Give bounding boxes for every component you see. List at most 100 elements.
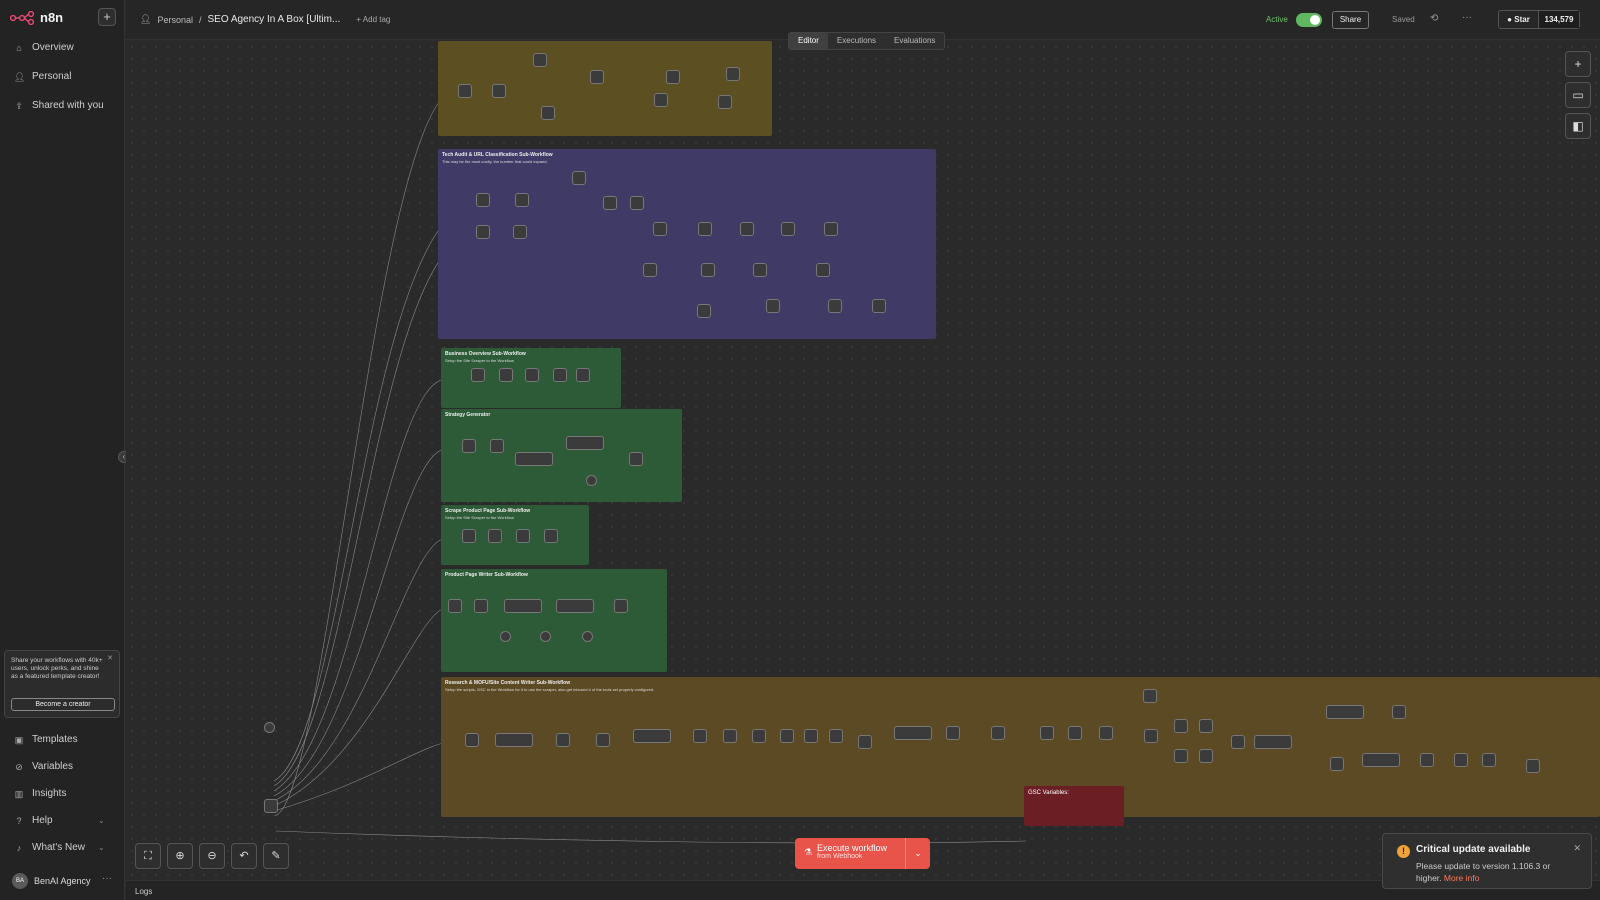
workflow-node[interactable] [829,729,843,743]
become-creator-button[interactable]: Become a creator [11,698,115,711]
workflow-node[interactable] [1144,729,1158,743]
workflow-node[interactable] [541,106,555,120]
workflow-node[interactable] [1482,753,1496,767]
workflow-node[interactable] [828,299,842,313]
tab-executions[interactable]: Executions [828,33,885,49]
workflow-node[interactable] [492,84,506,98]
sticky-note-tech-audit[interactable]: Tech Audit & URL Classification Sub-Work… [438,149,936,339]
workflow-node[interactable] [264,799,278,813]
sticky-note[interactable] [438,41,772,136]
more-icon[interactable]: ··· [102,873,112,884]
workflow-node[interactable] [653,222,667,236]
execute-main[interactable]: ⚗ Execute workflow from Webhook [795,838,905,869]
sidebar-item-personal[interactable]: 👤︎ Personal [14,71,71,82]
github-star[interactable]: ● Star 134,579 [1498,10,1580,29]
workflow-node[interactable] [582,631,593,642]
workflow-node[interactable] [718,95,732,109]
workflow-node[interactable] [490,439,504,453]
workflow-node[interactable] [824,222,838,236]
sidebar-item-help[interactable]: ? Help ⌄ [14,815,104,826]
add-tag-button[interactable]: + Add tag [356,15,390,24]
workflow-node[interactable] [553,368,567,382]
workflow-node[interactable] [804,729,818,743]
workflow-canvas[interactable]: Tech Audit & URL Classification Sub-Work… [126,41,1600,880]
chevron-down-icon[interactable]: ⌄ [905,838,930,869]
workflow-node[interactable] [654,93,668,107]
workflow-node[interactable] [1099,726,1113,740]
workflow-node[interactable] [766,299,780,313]
fit-view-button[interactable]: ⛶ [135,843,161,869]
workflow-node[interactable] [556,733,570,747]
github-star-button[interactable]: ● Star [1499,11,1539,28]
workflow-node[interactable] [1420,753,1434,767]
workflow-node[interactable] [515,193,529,207]
sidebar-item-variables[interactable]: ⊘ Variables [14,761,73,772]
workflow-node[interactable] [753,263,767,277]
workflow-node[interactable] [633,729,671,743]
workflow-node[interactable] [858,735,872,749]
workflow-node[interactable] [590,70,604,84]
workflow-node[interactable] [572,171,586,185]
workflow-node[interactable] [781,222,795,236]
workflow-node[interactable] [1199,719,1213,733]
more-icon[interactable]: ··· [1462,12,1472,23]
workflow-node[interactable] [603,196,617,210]
workflow-node[interactable] [488,529,502,543]
undo-button[interactable]: ↶ [231,843,257,869]
workflow-node[interactable] [816,263,830,277]
workflow-node[interactable] [516,529,530,543]
workflow-node[interactable] [1326,705,1364,719]
workflow-node[interactable] [576,368,590,382]
workflow-node[interactable] [495,733,533,747]
workflow-node[interactable] [500,631,511,642]
workflow-node[interactable] [462,529,476,543]
workflow-node[interactable] [701,263,715,277]
active-toggle[interactable] [1296,13,1322,27]
sidebar-item-overview[interactable]: ⌂ Overview [14,42,73,53]
workflow-node[interactable] [1174,719,1188,733]
workflow-node[interactable] [1231,735,1245,749]
workflow-node[interactable] [1392,705,1406,719]
workflow-node[interactable] [1143,689,1157,703]
workflow-node[interactable] [458,84,472,98]
user-menu[interactable]: BA BenAI Agency [12,873,91,889]
tab-editor[interactable]: Editor [789,33,828,49]
sticky-note-strategy-generator[interactable]: Strategy Generator [441,409,682,502]
workflow-node[interactable] [586,475,597,486]
workflow-node[interactable] [448,599,462,613]
sticky-note-research-writer[interactable]: Research & MOFU/Site Content Writer Sub-… [441,677,1600,817]
webhook-node[interactable] [264,722,275,733]
tab-evaluations[interactable]: Evaluations [885,33,944,49]
share-button[interactable]: Share [1332,11,1369,29]
execute-workflow-button[interactable]: ⚗ Execute workflow from Webhook ⌄ [795,838,930,869]
logs-panel[interactable]: Logs [126,880,1600,900]
workflow-node[interactable] [596,733,610,747]
zoom-in-button[interactable]: ⊕ [167,843,193,869]
workflow-node[interactable] [1174,749,1188,763]
workflow-node[interactable] [726,67,740,81]
workflow-title[interactable]: SEO Agency In A Box [Ultim... [207,14,340,25]
workflow-node[interactable] [504,599,542,613]
workflow-node[interactable] [513,225,527,239]
add-node-button[interactable]: + [1565,51,1591,77]
workflow-node[interactable] [544,529,558,543]
workflow-node[interactable] [462,439,476,453]
more-info-link[interactable]: More info [1444,873,1479,883]
workflow-node[interactable] [643,263,657,277]
workflow-node[interactable] [991,726,1005,740]
workflow-node[interactable] [872,299,886,313]
workflow-node[interactable] [698,222,712,236]
workflow-node[interactable] [1330,757,1344,771]
sidebar-item-whats-new[interactable]: ♪ What's New ⌄ [14,842,105,853]
sidebar-item-shared[interactable]: ⇪ Shared with you [14,100,104,111]
workflow-node[interactable] [1199,749,1213,763]
history-icon[interactable]: ⟲ [1430,13,1438,24]
sticky-note-product-writer[interactable]: Product Page Writer Sub-Workflow [441,569,667,672]
workflow-node[interactable] [666,70,680,84]
workflow-node[interactable] [1454,753,1468,767]
workflow-node[interactable] [1068,726,1082,740]
gsc-variables-note[interactable]: GSC Variables: [1024,786,1124,826]
create-button[interactable]: + [98,8,116,26]
workflow-node[interactable] [499,368,513,382]
workflow-node[interactable] [697,304,711,318]
